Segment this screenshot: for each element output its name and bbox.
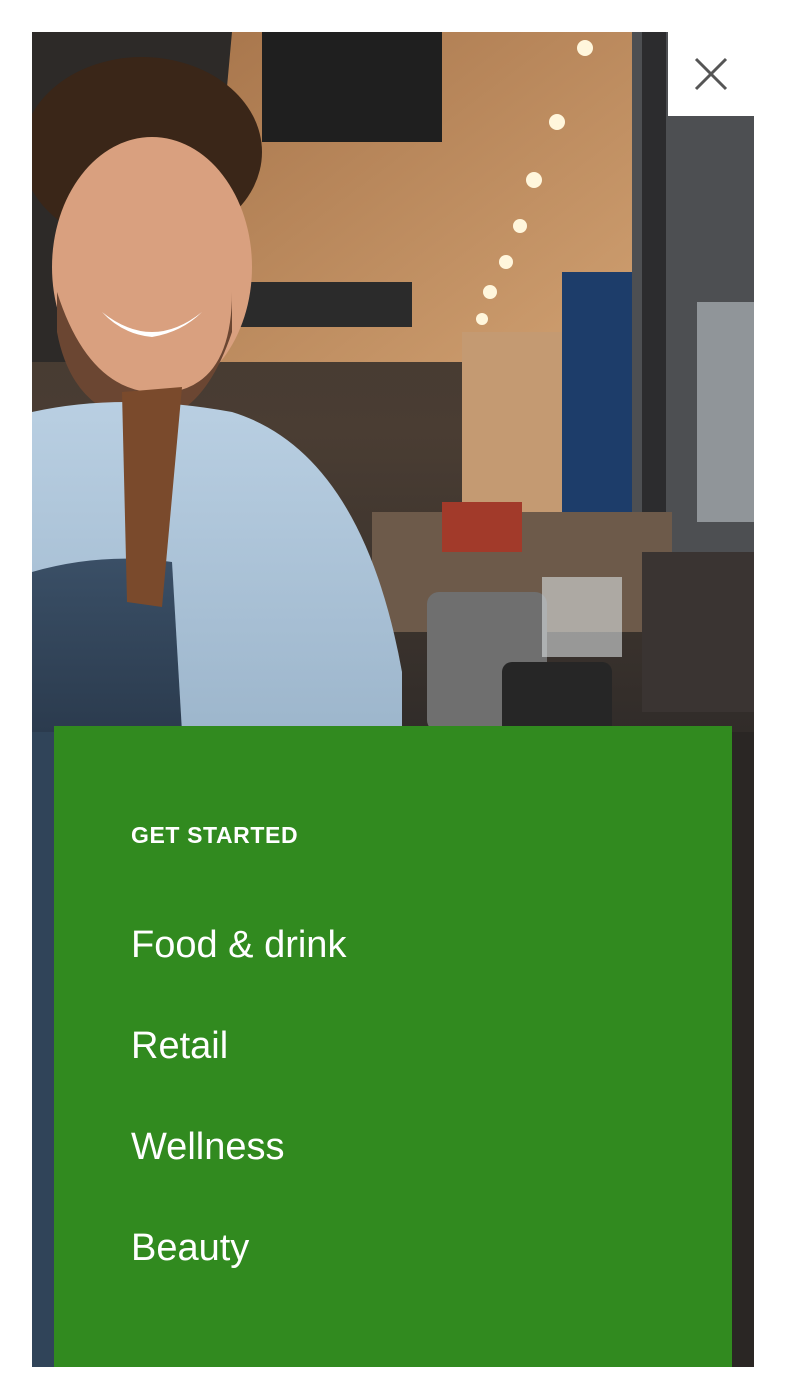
menu-item-food-drink[interactable]: Food & drink [131,920,346,1021]
menu-list: Food & drink Retail Wellness Beauty [131,920,346,1324]
menu-item-beauty[interactable]: Beauty [131,1223,346,1324]
get-started-menu: GET STARTED Food & drink Retail Wellness… [54,726,732,1367]
close-button[interactable] [668,32,754,116]
menu-item-retail[interactable]: Retail [131,1021,346,1122]
menu-item-wellness[interactable]: Wellness [131,1122,346,1223]
close-icon [694,57,728,91]
menu-heading: GET STARTED [131,822,299,848]
